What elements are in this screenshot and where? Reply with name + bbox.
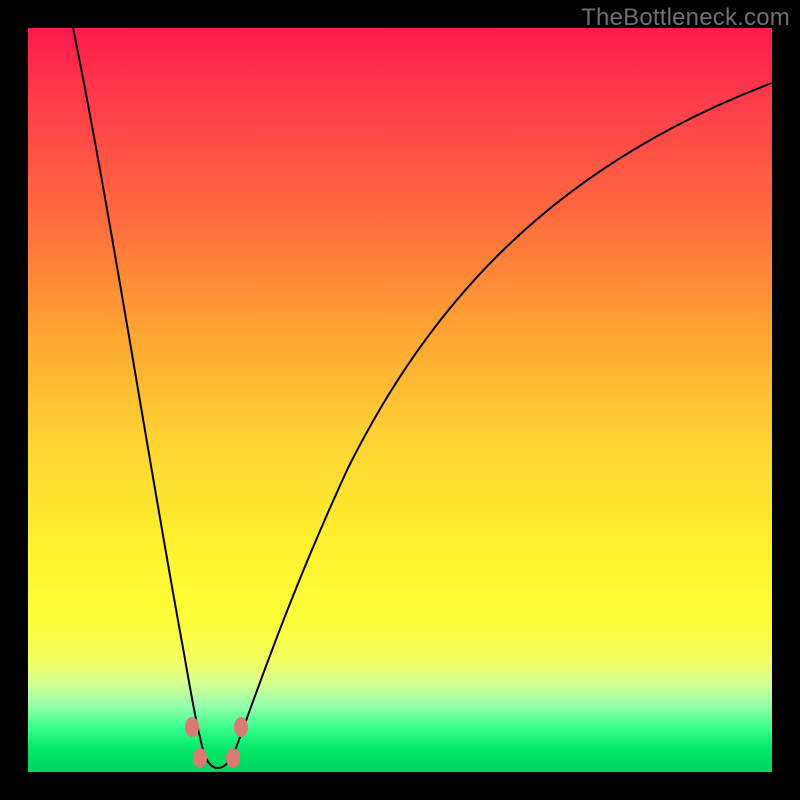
curve-marker — [193, 748, 207, 768]
curve-marker — [234, 717, 248, 737]
curve-marker — [226, 748, 240, 768]
chart-plot-area — [28, 28, 772, 772]
bottleneck-curve-svg — [28, 28, 772, 772]
bottleneck-curve — [73, 28, 772, 768]
curve-marker — [185, 717, 199, 737]
watermark-text: TheBottleneck.com — [581, 4, 790, 32]
